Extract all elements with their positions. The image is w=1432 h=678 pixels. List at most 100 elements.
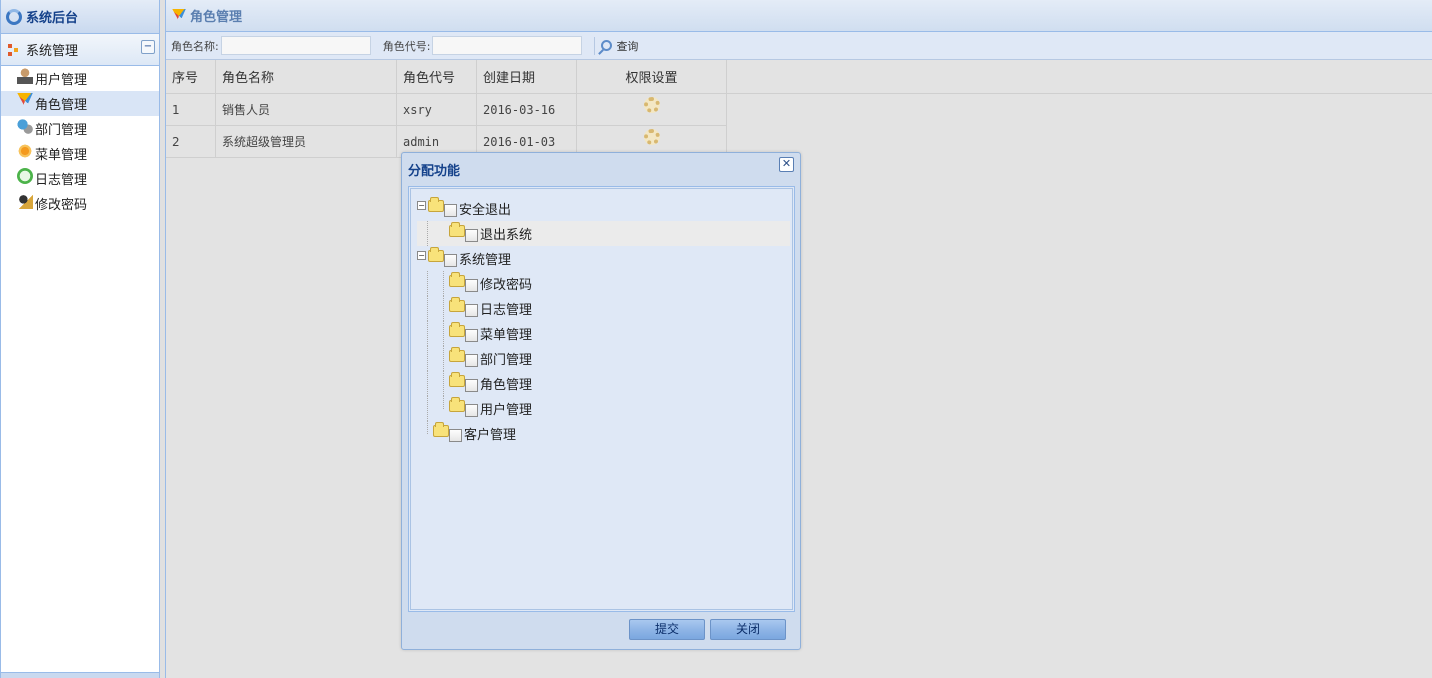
checkbox[interactable] [465, 229, 478, 242]
column-header-role-code[interactable]: 角色代号 [397, 60, 477, 93]
cell-role-name: 销售人员 [216, 94, 397, 126]
tree-node-log-management[interactable]: 日志管理 [417, 296, 790, 321]
checkbox[interactable] [444, 254, 457, 267]
tree-node-safe-exit[interactable]: − 安全退出 [417, 196, 790, 221]
search-button[interactable]: 查询 [601, 38, 638, 54]
tree-node-user-management[interactable]: 用户管理 [417, 396, 790, 421]
folder-icon [449, 271, 465, 287]
tree-guide-line [427, 221, 428, 246]
search-button-label: 查询 [616, 39, 639, 53]
checkbox[interactable] [465, 304, 478, 317]
checkbox[interactable] [465, 379, 478, 392]
app-logo-icon [6, 8, 22, 25]
checkbox[interactable] [449, 429, 462, 442]
folder-icon [449, 346, 465, 362]
role-code-label: 角色代号: [382, 39, 431, 53]
tree-node-label: 系统管理 [459, 253, 512, 268]
password-icon [17, 192, 33, 209]
tree-node-label: 安全退出 [459, 203, 512, 218]
folder-open-icon [428, 246, 444, 262]
menu-icon [17, 142, 33, 159]
role-code-input[interactable] [432, 36, 583, 55]
sidebar-item-label: 修改密码 [35, 198, 88, 213]
sidebar-item-logs[interactable]: 日志管理 [1, 166, 159, 191]
sidebar-item-password[interactable]: 修改密码 [1, 191, 159, 216]
tree-node-change-password[interactable]: 修改密码 [417, 271, 790, 296]
role-name-input[interactable] [220, 36, 371, 55]
gear-icon[interactable] [643, 128, 660, 145]
sidebar-panel-header[interactable]: 系统管理 − [1, 34, 159, 66]
close-icon[interactable]: ✕ [779, 157, 794, 172]
dialog-title-bar[interactable]: 分配功能 ✕ [402, 153, 800, 185]
sidebar-item-roles[interactable]: 角色管理 [1, 91, 159, 116]
tree-guide-line [443, 296, 444, 321]
tree-node-label: 客户管理 [464, 428, 517, 443]
tree-node-label: 菜单管理 [480, 328, 533, 343]
department-icon [17, 117, 33, 134]
folder-icon [449, 371, 465, 387]
tree-guide-line [427, 346, 428, 371]
sidebar-item-users[interactable]: 用户管理 [1, 66, 159, 91]
checkbox[interactable] [465, 279, 478, 292]
assign-function-dialog: 分配功能 ✕ − 安全退出 退出系统 − 系统管理 修改密码 日志管理 菜单管理… [401, 152, 801, 650]
function-tree-panel: − 安全退出 退出系统 − 系统管理 修改密码 日志管理 菜单管理 部门管理 角… [408, 186, 795, 612]
collapse-button[interactable]: − [141, 40, 155, 54]
tree-guide-line [427, 396, 428, 421]
sidebar-item-label: 角色管理 [35, 98, 88, 113]
user-icon [17, 67, 33, 84]
tree-node-customer-management[interactable]: 客户管理 [417, 421, 790, 446]
tree-node-role-management[interactable]: 角色管理 [417, 371, 790, 396]
table-header-row: 序号 角色名称 角色代号 创建日期 权限设置 [166, 60, 1432, 94]
app-title: 系统后台 [26, 11, 79, 26]
tree-guide-line [443, 371, 444, 396]
checkbox[interactable] [444, 204, 457, 217]
sidebar: 系统后台 系统管理 − 用户管理 角色管理 部门管理 菜单管理 日志管理 修改密… [0, 0, 160, 678]
column-header-index[interactable]: 序号 [166, 60, 216, 93]
close-button[interactable]: 关闭 [710, 619, 786, 640]
tree-node-label: 日志管理 [480, 303, 533, 318]
tree-node-department-management[interactable]: 部门管理 [417, 346, 790, 371]
tree-node-menu-management[interactable]: 菜单管理 [417, 321, 790, 346]
cell-role-code: xsry [397, 94, 477, 126]
tree-guide-line [427, 271, 428, 296]
log-icon [17, 167, 33, 184]
tree-guide-line [443, 396, 444, 409]
sidebar-item-label: 用户管理 [35, 73, 88, 88]
tree-guide-line [427, 296, 428, 321]
submit-button[interactable]: 提交 [629, 619, 705, 640]
cell-created-date: 2016-03-16 [477, 94, 577, 126]
tree-guide-line [443, 346, 444, 371]
sidebar-item-label: 菜单管理 [35, 148, 88, 163]
tree-guide-line [427, 371, 428, 396]
column-header-permissions[interactable]: 权限设置 [577, 60, 727, 93]
cell-index: 2 [166, 126, 216, 158]
cell-role-name: 系统超级管理员 [216, 126, 397, 158]
page-title-bar: 角色管理 [166, 0, 1432, 32]
tree-guide-line [427, 321, 428, 346]
dialog-footer: 提交 关闭 [402, 619, 800, 641]
role-name-label: 角色名称: [171, 39, 219, 53]
column-header-role-name[interactable]: 角色名称 [216, 60, 397, 93]
sidebar-item-menus[interactable]: 菜单管理 [1, 141, 159, 166]
checkbox[interactable] [465, 354, 478, 367]
checkbox[interactable] [465, 404, 478, 417]
gear-icon[interactable] [643, 96, 660, 113]
tree-node-exit-system[interactable]: 退出系统 [417, 221, 790, 246]
tree-node-label: 退出系统 [480, 228, 533, 243]
collapse-toggle-icon[interactable]: − [417, 201, 426, 210]
role-icon [172, 8, 186, 23]
sidebar-item-label: 日志管理 [35, 173, 88, 188]
checkbox[interactable] [465, 329, 478, 342]
table-row[interactable]: 1 销售人员 xsry 2016-03-16 [166, 94, 1432, 126]
column-header-created-date[interactable]: 创建日期 [477, 60, 577, 93]
collapse-toggle-icon[interactable]: − [417, 251, 426, 260]
search-icon [601, 40, 613, 51]
table-body: 1 销售人员 xsry 2016-03-16 2 系统超级管理员 admin 2… [166, 94, 1432, 158]
cell-permissions [577, 94, 727, 126]
sidebar-item-departments[interactable]: 部门管理 [1, 116, 159, 141]
tree-node-system-management[interactable]: − 系统管理 [417, 246, 790, 271]
roles-table: 序号 角色名称 角色代号 创建日期 权限设置 1 销售人员 xsry 2016-… [166, 60, 1432, 158]
toolbar-separator [594, 36, 596, 55]
tree-node-label: 修改密码 [480, 278, 533, 293]
dialog-title: 分配功能 [408, 163, 461, 179]
